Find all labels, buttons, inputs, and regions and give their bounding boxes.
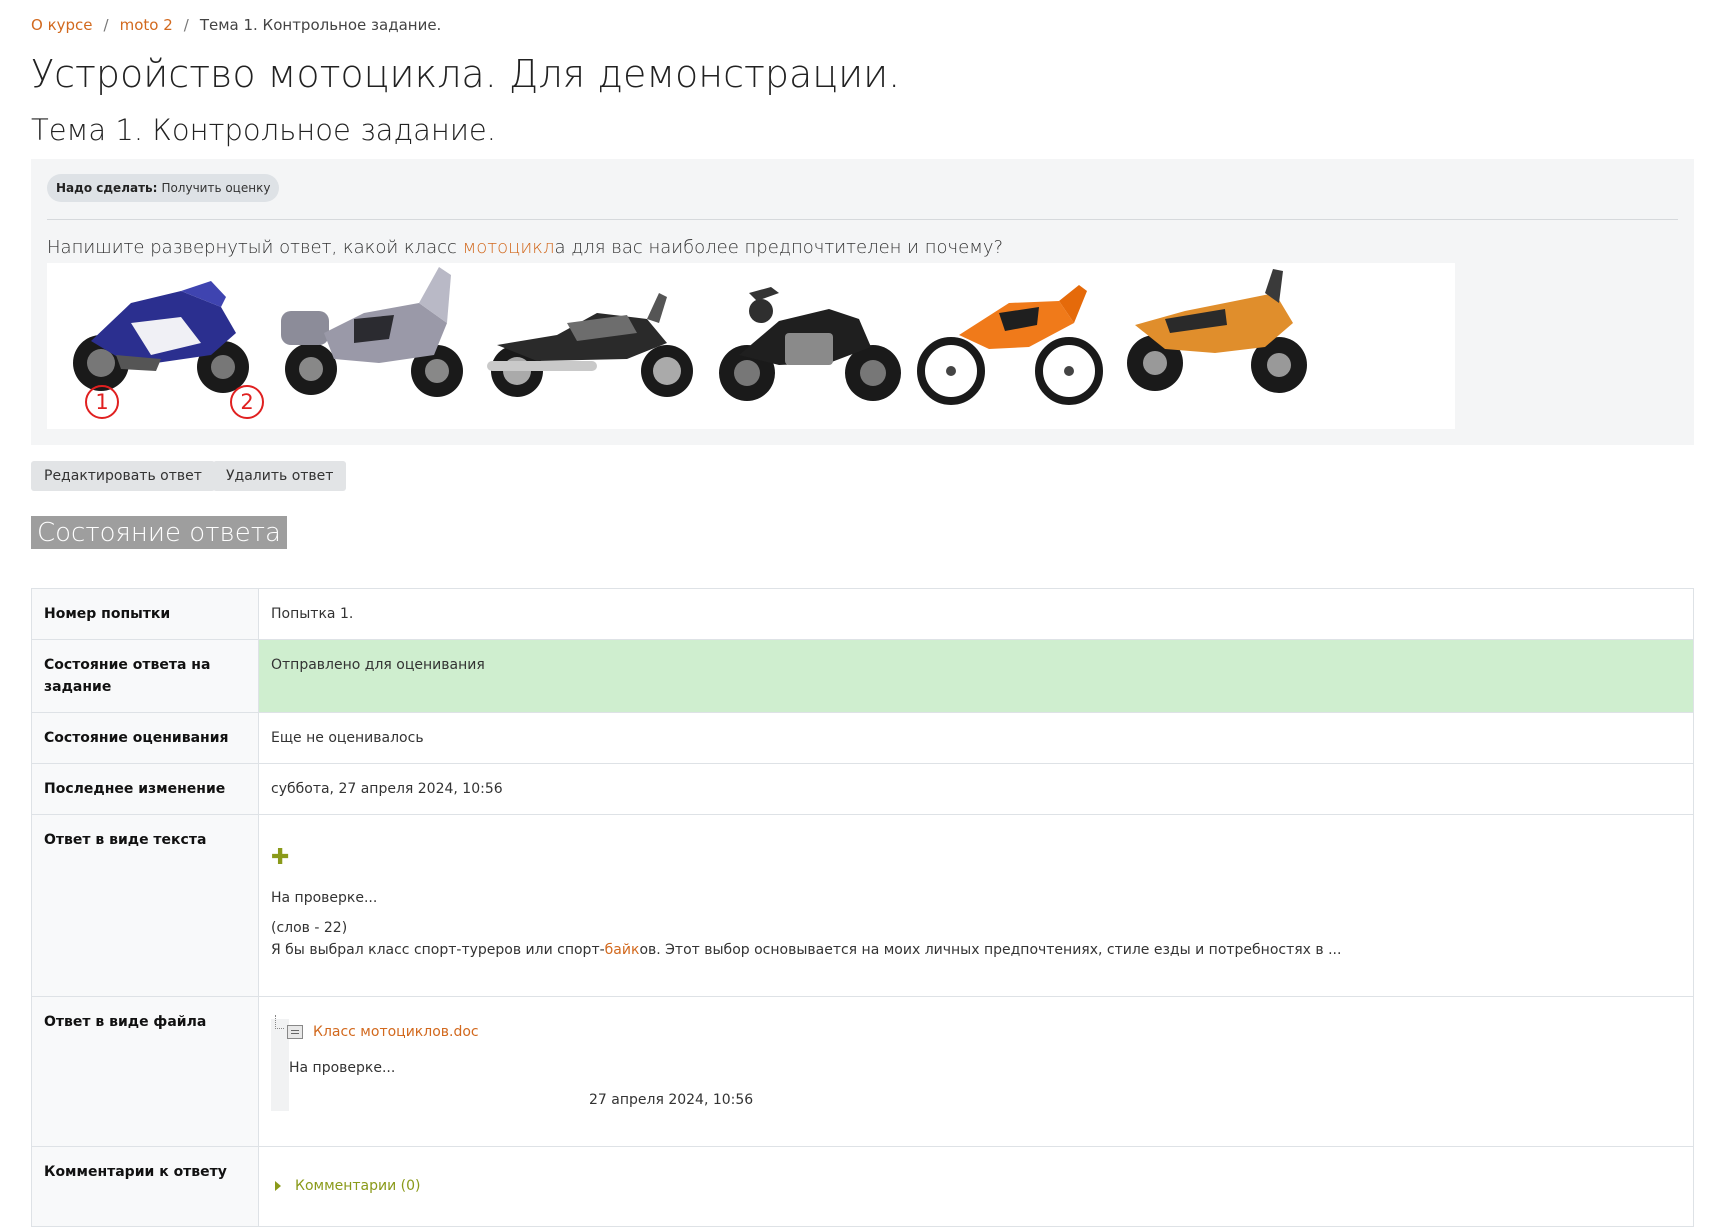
table-row: Последнее изменение суббота, 27 апреля 2… bbox=[31, 763, 1694, 815]
todo-value: Получить оценку bbox=[161, 181, 271, 195]
file-submission-cell: Класс мотоциклов.doc На проверке... 27 а… bbox=[258, 996, 1694, 1147]
online-text-label: Ответ в виде текста bbox=[31, 814, 259, 997]
text-after: ов. Этот выбор основывается на моих личн… bbox=[639, 942, 1342, 958]
grading-status-label: Состояние оценивания bbox=[31, 712, 259, 764]
breadcrumb: О курсе / moto 2 / Тема 1. Контрольное з… bbox=[31, 16, 441, 34]
file-date: 27 апреля 2024, 10:56 bbox=[589, 1092, 754, 1108]
question-before: Напишите развернутый ответ, какой класс bbox=[47, 237, 463, 258]
file-submission-label: Ответ в виде файла bbox=[31, 996, 259, 1147]
table-row: Ответ в виде файла Класс мотоциклов.doc … bbox=[31, 996, 1694, 1147]
remove-submission-button[interactable]: Удалить ответ bbox=[213, 461, 347, 491]
attempt-value: Попытка 1. bbox=[258, 588, 1694, 640]
activity-title: Тема 1. Контрольное задание. bbox=[31, 113, 496, 147]
table-row: Состояние оценивания Еще не оценивалось bbox=[31, 712, 1694, 764]
table-row: Ответ в виде текста ✚ На проверке... (сл… bbox=[31, 814, 1694, 997]
doc-icon bbox=[287, 1025, 303, 1039]
edit-submission-button[interactable]: Редактировать ответ bbox=[31, 461, 215, 491]
naked-bike-image bbox=[719, 287, 901, 401]
plus-icon[interactable]: ✚ bbox=[271, 847, 289, 869]
grading-status-value: Еще не оценивалось bbox=[258, 712, 1694, 764]
table-row: Состояние ответа на задание Отправлено д… bbox=[31, 639, 1694, 713]
online-text-cell: ✚ На проверке... (слов - 22) Я бы выбрал… bbox=[258, 814, 1694, 997]
submission-comments-label: Комментарии к ответу bbox=[31, 1146, 259, 1227]
expand-triangle-icon bbox=[275, 1181, 281, 1191]
text-summary: Я бы выбрал класс спорт-туреров или спор… bbox=[271, 939, 1681, 961]
submission-status-label: Состояние ответа на задание bbox=[31, 639, 259, 713]
enduro-image bbox=[917, 285, 1103, 405]
breadcrumb-course[interactable]: moto 2 bbox=[120, 16, 173, 34]
submission-status-value: Отправлено для оценивания bbox=[258, 639, 1694, 713]
last-modified-value: суббота, 27 апреля 2024, 10:56 bbox=[258, 763, 1694, 815]
table-row: Комментарии к ответу Комментарии (0) bbox=[31, 1146, 1694, 1227]
comments-toggle[interactable]: Комментарии (0) bbox=[271, 1175, 421, 1197]
question-after: а для вас наиболее предпочтителен и поче… bbox=[554, 237, 1004, 258]
file-tree: Класс мотоциклов.doc На проверке... 27 а… bbox=[271, 1015, 1681, 1111]
annotation-marker-1: 1 bbox=[85, 385, 119, 419]
annotation-marker-2: 2 bbox=[230, 385, 264, 419]
submission-status-heading: Состояние ответа bbox=[31, 516, 287, 549]
breadcrumb-separator: / bbox=[103, 16, 109, 34]
adventure-bike-image bbox=[1127, 269, 1307, 393]
breadcrumb-current: Тема 1. Контрольное задание. bbox=[199, 16, 442, 34]
word-count: (слов - 22) bbox=[271, 920, 348, 936]
breadcrumb-course-info[interactable]: О курсе bbox=[31, 16, 93, 34]
cruiser-image bbox=[487, 293, 693, 397]
sport-tourer-image bbox=[281, 267, 463, 397]
attempt-label: Номер попытки bbox=[31, 588, 259, 640]
text-before: Я бы выбрал класс спорт-туреров или спор… bbox=[271, 942, 605, 958]
submission-status-table: Номер попытки Попытка 1. Состояние ответ… bbox=[31, 588, 1694, 1227]
tree-connector bbox=[275, 1015, 284, 1029]
activity-description: Надо сделать: Получить оценку Напишите р… bbox=[31, 159, 1694, 445]
glossary-link-motorcycle[interactable]: мотоцикл bbox=[463, 237, 555, 258]
divider bbox=[47, 219, 1678, 220]
last-modified-label: Последнее изменение bbox=[31, 763, 259, 815]
todo-badge: Надо сделать: Получить оценку bbox=[47, 174, 280, 202]
course-title: Устройство мотоцикла. Для демонстрации. bbox=[31, 52, 901, 96]
todo-label: Надо сделать: bbox=[56, 181, 158, 195]
file-link[interactable]: Класс мотоциклов.doc bbox=[313, 1021, 479, 1043]
text-status: На проверке... bbox=[271, 890, 378, 906]
glossary-link-bike[interactable]: байк bbox=[605, 942, 640, 958]
file-status: На проверке... bbox=[289, 1060, 396, 1076]
submission-comments-cell: Комментарии (0) bbox=[258, 1146, 1694, 1227]
file-row: Класс мотоциклов.doc bbox=[275, 1015, 479, 1043]
breadcrumb-separator: / bbox=[183, 16, 189, 34]
comments-link-label: Комментарии (0) bbox=[295, 1178, 421, 1194]
question-text: Напишите развернутый ответ, какой класс … bbox=[47, 237, 1003, 258]
table-row: Номер попытки Попытка 1. bbox=[31, 588, 1694, 640]
